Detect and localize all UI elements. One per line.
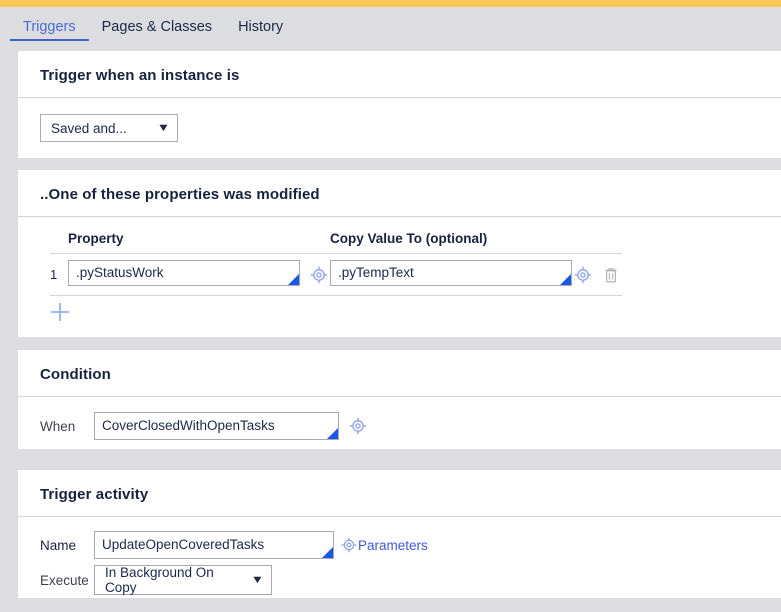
row-copy-picker-cell [572, 253, 594, 296]
properties-table-head: Property Copy Value To (optional) [50, 231, 622, 254]
section-condition-body: When CoverClosedWithOpenTasks [18, 397, 781, 462]
column-delete [594, 231, 622, 254]
parameters-link[interactable]: Parameters [358, 538, 428, 553]
activity-execute-select[interactable]: In Background On Copy ▼ [94, 565, 272, 595]
section-properties-modified: ..One of these properties was modified P… [18, 170, 781, 337]
trigger-when-select[interactable]: Saved and... ▼ [40, 114, 178, 142]
row-property-picker-cell [308, 253, 330, 296]
tab-list: Triggers Pages & Classes History [0, 7, 781, 41]
column-copy-picker [572, 231, 594, 254]
when-input[interactable]: CoverClosedWithOpenTasks [94, 412, 339, 440]
when-field-row: When CoverClosedWithOpenTasks [40, 412, 759, 440]
activity-name-input[interactable]: UpdateOpenCoveredTasks [94, 531, 334, 559]
activity-name-input-corner-marker [322, 547, 333, 558]
section-condition: Condition When CoverClosedWithOpenTasks [18, 350, 781, 449]
when-input-value: CoverClosedWithOpenTasks [102, 418, 275, 433]
row-property-cell: .pyStatusWork [68, 253, 308, 296]
copy-value-input-value: .pyTempText [338, 265, 414, 280]
trigger-when-select-value: Saved and... [51, 120, 127, 136]
property-input[interactable]: .pyStatusWork [68, 260, 300, 286]
crosshair-icon[interactable] [308, 264, 330, 286]
copy-value-input-corner-marker [560, 274, 571, 285]
tab-history[interactable]: History [225, 19, 296, 42]
activity-execute-row: Execute In Background On Copy ▼ [40, 565, 759, 595]
activity-name-row: Name UpdateOpenCoveredTasks Parameters [40, 531, 759, 559]
tab-pages-and-classes[interactable]: Pages & Classes [89, 19, 225, 42]
section-trigger-when-body: Saved and... ▼ [18, 98, 781, 158]
when-input-corner-marker [327, 428, 338, 439]
row-delete-cell [594, 253, 622, 296]
activity-name-input-value: UpdateOpenCoveredTasks [102, 537, 265, 552]
activity-execute-select-value: In Background On Copy [105, 565, 214, 595]
chevron-down-icon: ▼ [156, 121, 171, 134]
table-row: 1 .pyStatusWork .pyTempText [50, 253, 622, 296]
section-trigger-when-title: Trigger when an instance is [18, 51, 781, 98]
activity-name-label: Name [40, 537, 77, 553]
chevron-down-icon: ▼ [250, 573, 265, 586]
crosshair-icon[interactable] [572, 264, 594, 286]
when-label: When [40, 418, 76, 434]
section-trigger-activity-title: Trigger activity [18, 470, 781, 517]
properties-table-header-row: Property Copy Value To (optional) [50, 231, 622, 254]
column-copy-value-to: Copy Value To (optional) [330, 231, 488, 246]
crosshair-icon[interactable] [340, 534, 358, 556]
column-property: Property [68, 231, 124, 246]
section-trigger-when: Trigger when an instance is Saved and...… [18, 51, 781, 158]
section-properties-modified-title: ..One of these properties was modified [18, 170, 781, 217]
row-copy-value-cell: .pyTempText [330, 253, 572, 296]
property-input-corner-marker [288, 274, 299, 285]
section-trigger-activity-body: Name UpdateOpenCoveredTasks Parameters E… [18, 517, 781, 611]
tab-triggers[interactable]: Triggers [10, 19, 89, 41]
add-row-button[interactable] [50, 296, 759, 325]
copy-value-input[interactable]: .pyTempText [330, 260, 572, 286]
plus-icon[interactable] [50, 302, 70, 322]
row-index: 1 [50, 253, 68, 296]
top-accent-bar [0, 0, 781, 7]
section-properties-modified-body: Property Copy Value To (optional) 1 .pyS… [18, 217, 781, 341]
activity-execute-label: Execute [40, 572, 89, 588]
properties-table: Property Copy Value To (optional) 1 .pyS… [50, 231, 622, 296]
column-property-picker [308, 231, 330, 254]
crosshair-icon[interactable] [347, 415, 369, 437]
section-trigger-activity: Trigger activity Name UpdateOpenCoveredT… [18, 470, 781, 598]
column-index [50, 231, 68, 254]
section-condition-title: Condition [18, 350, 781, 397]
property-input-value: .pyStatusWork [76, 265, 164, 280]
tab-bar: Triggers Pages & Classes History [0, 7, 781, 41]
trash-icon[interactable] [600, 264, 622, 286]
properties-table-body: 1 .pyStatusWork .pyTempText [50, 253, 622, 296]
